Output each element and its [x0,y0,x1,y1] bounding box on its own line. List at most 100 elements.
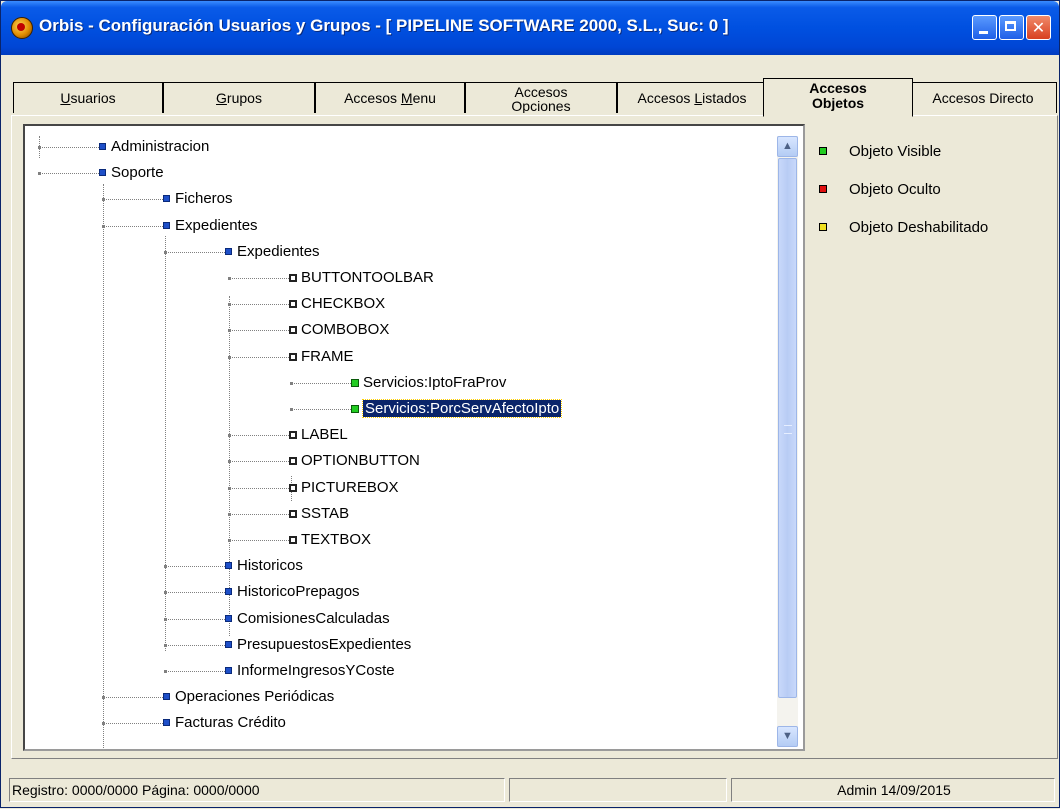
tree-connector-line [291,409,351,410]
tree-connector-line [165,251,225,253]
folder-node-icon [99,143,106,150]
app-window: Orbis - Configuración Usuarios y Grupos … [0,0,1060,808]
tree-connector-line [229,540,289,541]
tree-connector-line [165,566,225,568]
tree-connector-line [103,184,104,749]
tree-item[interactable]: Operaciones Periódicas [175,686,334,708]
visible-object-icon [351,378,359,387]
tree-item[interactable]: PICTUREBOX [301,477,399,499]
folder-node-icon [163,221,170,229]
tree-item[interactable]: CHECKBOX [301,293,385,315]
tree-connector-line [229,278,289,279]
folder-node-icon [99,169,106,177]
window-title: Orbis - Configuración Usuarios y Grupos … [39,16,729,35]
tree-connector-line [229,435,289,437]
folder-node-icon [225,640,232,648]
folder-node-icon [163,693,170,701]
object-node-icon [289,509,297,518]
tree-item[interactable]: LABEL [301,424,348,446]
tree-item[interactable]: FRAME [301,346,354,368]
maximize-icon[interactable] [999,15,1024,40]
tree-scrollbar[interactable]: ▲ ▼ [777,136,798,747]
tree-connector-line [229,513,289,515]
tab-accesos-objetos-label: Accesos Objetos [809,80,867,111]
tree-item-label: Facturas Crédito [175,714,286,732]
title-bar[interactable]: Orbis - Configuración Usuarios y Grupos … [1,1,1059,55]
tree-item-label: Historicos [237,557,303,575]
tree-item[interactable]: Administracion [111,136,209,158]
tree-connector-line [291,382,351,384]
tab-accesos-menu[interactable]: Accesos Menu [315,82,465,113]
tree-item-label: LABEL [301,426,348,444]
tree-item-label: SSTAB [301,504,350,522]
app-logo-icon[interactable] [11,17,33,39]
tree-item-label: Expedientes [237,242,320,260]
tab-accesos-objetos[interactable]: Accesos Objetos [763,78,913,117]
tree-connector-line [165,592,225,594]
tree-connector-line [229,356,289,358]
scroll-up-icon[interactable]: ▲ [777,136,798,157]
tree-item[interactable]: Soporte [111,162,164,184]
scroll-thumb[interactable] [778,158,797,698]
tree-item[interactable]: BUTTONTOOLBAR [301,267,434,289]
tree-item-label: BUTTONTOOLBAR [301,269,434,286]
tree-item-label: Servicios:IptoFraProv [363,373,507,391]
tree-item-label: Ficheros [175,190,233,208]
tree-item[interactable]: COMBOBOX [301,319,389,341]
object-node-icon [289,274,297,282]
tree-item[interactable]: InformeIngresosYCoste [237,660,395,682]
scroll-down-icon[interactable]: ▼ [777,726,798,747]
tree-connector-line [165,236,166,651]
tree-item[interactable]: ComisionesCalculadas [237,608,390,630]
tree-item[interactable]: HistoricoPrepagos [237,581,360,603]
status-registro: Registro: 0000/0000 Página: 0000/0000 [9,778,505,802]
tree-item[interactable]: Servicios:IptoFraProv [363,372,506,394]
status-bar: Registro: 0000/0000 Página: 0000/0000 Ad… [1,771,1059,809]
tree-item[interactable]: Facturas Crédito [175,712,286,734]
tree-connector-line [165,644,225,646]
tab-usuarios[interactable]: Usuarios [13,82,163,113]
tab-accesos-listados[interactable]: Accesos Listados [617,82,767,113]
tree-connector-line [229,330,289,332]
object-node-icon [289,352,297,361]
tree-item-label: COMBOBOX [301,321,390,339]
tree-connector-line [229,296,230,636]
tree-item[interactable]: OPTIONBUTTON [301,450,420,472]
tree-item[interactable]: TEXTBOX [301,529,371,551]
tree-item-label: Operaciones Periódicas [175,688,335,706]
tree-item-label: CHECKBOX [301,295,386,313]
tree-item-label: OPTIONBUTTON [301,452,420,470]
folder-node-icon [225,588,232,596]
tree-item-label: TEXTBOX [301,531,372,548]
close-icon[interactable]: ✕ [1026,15,1051,40]
tree-item[interactable]: Servicios:PorcServAfectoIpto [361,398,563,420]
tree-view[interactable]: Administracion Soporte Ficheros Expedientes… [23,124,805,751]
tree-item-label: Soporte [111,164,164,182]
tab-grupos[interactable]: Grupos [163,82,315,113]
tree-item[interactable]: SSTAB [301,503,349,525]
tree-connector-line [103,697,163,699]
tree-item[interactable]: Historicos [237,555,303,577]
folder-node-icon [225,667,232,674]
object-node-icon [289,457,297,466]
tree-item[interactable]: Ficheros [175,188,233,210]
tree-item[interactable]: PresupuestosExpedientes [237,634,411,656]
tree-item-label: Servicios:PorcServAfectoIpto [361,399,563,418]
tab-accesos-opciones[interactable]: Accesos Opciones [465,82,617,113]
tree-item[interactable]: Expedientes [175,215,258,237]
object-node-icon [289,300,297,309]
tree-item-label: HistoricoPrepagos [237,583,360,601]
folder-node-icon [225,614,232,622]
tree-connector-line [103,723,163,725]
tree-item-label: Expedientes [175,216,258,234]
folder-node-icon [163,719,170,727]
minimize-icon[interactable] [972,15,997,40]
tree-connector-line [229,304,289,306]
status-user: Admin 14/09/2015 [731,778,1055,802]
tree-item[interactable]: Expedientes [237,241,320,263]
object-node-icon [289,326,297,335]
yellow-square-icon [819,223,827,231]
tab-accesos-directo[interactable]: Accesos Directo [909,82,1057,113]
object-node-icon [289,431,297,440]
tree-connector-line [229,461,289,463]
